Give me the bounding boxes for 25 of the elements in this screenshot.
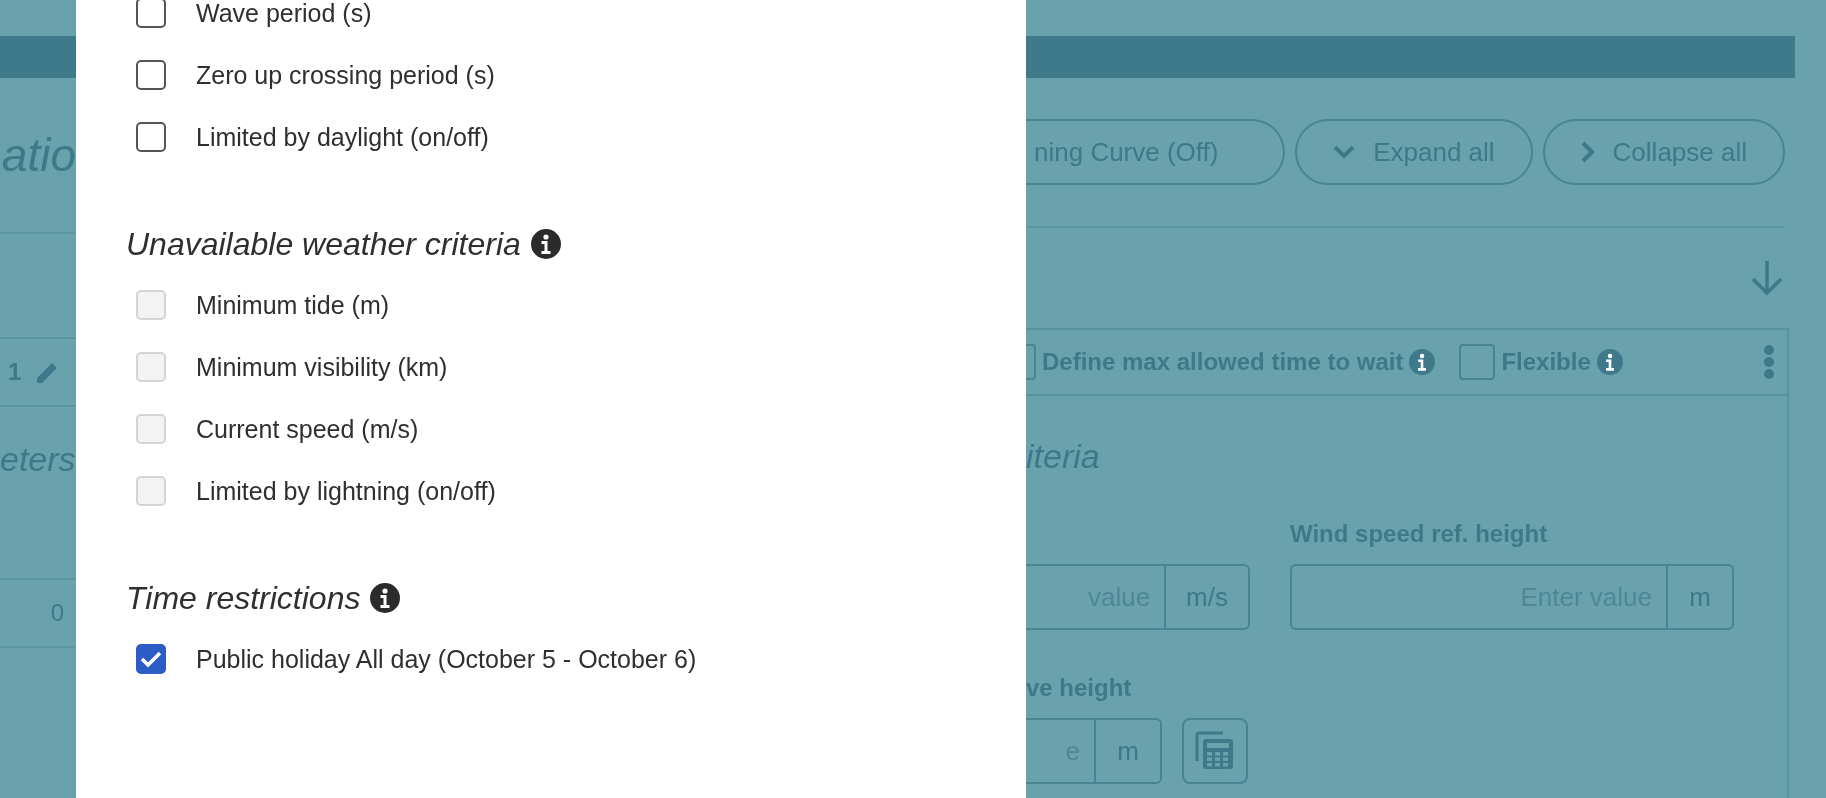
checkbox-label: Minimum visibility (km) — [196, 352, 448, 382]
section-heading: Time restrictions — [126, 579, 361, 617]
checkbox[interactable] — [136, 0, 166, 28]
checkbox[interactable] — [136, 60, 166, 90]
info-icon — [530, 229, 561, 259]
checkbox-label: Minimum tide (m) — [196, 290, 390, 320]
checkbox-label: Current speed (m/s) — [196, 414, 419, 444]
chevron-down-icon — [1333, 145, 1356, 159]
info-icon — [1596, 349, 1623, 375]
kebab-menu-icon[interactable] — [1763, 345, 1775, 379]
checkbox[interactable] — [136, 644, 166, 674]
section-heading: Unavailable weather criteria — [126, 225, 521, 263]
checkbox-label: Public holiday All day (October 5 - October 6) — [196, 644, 697, 674]
info-icon — [370, 583, 401, 613]
chevron-right-icon — [1580, 141, 1595, 163]
info-icon — [1409, 349, 1436, 375]
checkbox-label: Limited by daylight (on/off) — [196, 122, 489, 152]
checkbox-label: Zero up crossing period (s) — [196, 60, 495, 90]
arrow-down-icon[interactable] — [1750, 260, 1784, 296]
calculator-icon — [1195, 731, 1235, 771]
checkbox[interactable] — [136, 122, 166, 152]
checkbox[interactable] — [1459, 344, 1496, 380]
calculator-button[interactable] — [1182, 718, 1248, 784]
checkbox-label: Limited by lightning (on/off) — [196, 476, 496, 506]
checkbox-label: Wave period (s) — [196, 0, 372, 28]
